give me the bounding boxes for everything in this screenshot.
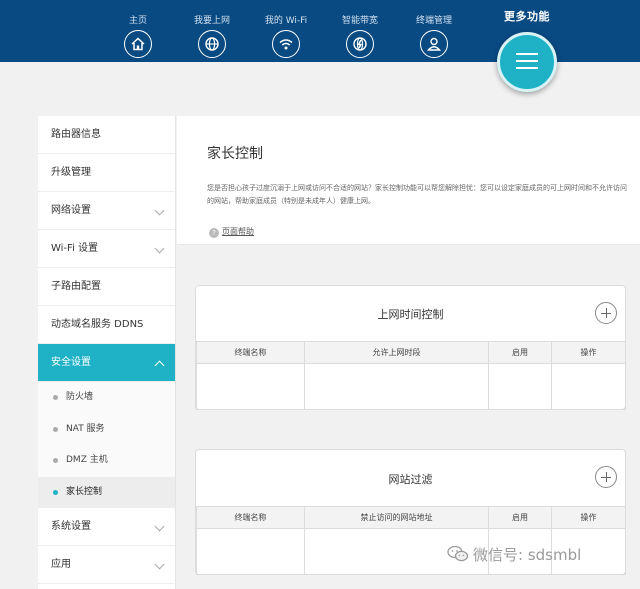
bullet-icon [53, 426, 58, 432]
card-title: 上网时间控制 [377, 308, 444, 321]
more-functions-label: 更多功能 [504, 10, 550, 23]
column-header: 启用 [488, 506, 552, 529]
menu-icon [516, 67, 538, 69]
chevron-down-icon [154, 521, 165, 532]
sidebar-item-network[interactable]: 网络设置 [38, 192, 175, 230]
column-header: 操作 [551, 506, 626, 529]
chevron-down-icon [154, 559, 165, 570]
nav-label: 我要上网 [193, 16, 230, 26]
column-header: 操作 [551, 341, 626, 364]
wechat-watermark: 微信号: sdsmbl [447, 544, 581, 565]
table-cell [488, 363, 552, 410]
page-title: 家长控制 [207, 146, 263, 162]
nav-label: 我的 Wi-Fi [264, 16, 308, 26]
table-row [196, 363, 626, 410]
table-header-row: 终端名称 允许上网时段 启用 操作 [196, 341, 626, 364]
sidebar: 路由器信息 升级管理 网络设置 Wi-Fi 设置 子路由配置 动态域名服务 DD… [38, 116, 176, 589]
nav-wifi[interactable]: 我的 Wi-Fi [256, 0, 316, 58]
sidebar-item-sub-router[interactable]: 子路由配置 [38, 268, 175, 306]
sidebar-subitem-nat[interactable]: NAT 服务 [38, 413, 175, 445]
watermark-text: 微信号: sdsmbl [473, 546, 582, 564]
sidebar-item-label: 安全设置 [51, 357, 91, 368]
sidebar-item-label: 路由器信息 [51, 129, 101, 140]
add-website-rule-button[interactable] [595, 466, 617, 488]
sidebar-item-upgrade[interactable]: 升级管理 [38, 154, 175, 192]
user-icon [420, 30, 448, 58]
table-cell [304, 363, 489, 410]
time-control-table: 终端名称 允许上网时段 启用 操作 [196, 341, 626, 410]
sidebar-subitem-label: NAT 服务 [66, 423, 105, 434]
card-title: 网站过滤 [388, 473, 433, 486]
sidebar-item-label: 应用 [51, 559, 71, 570]
nav-home[interactable]: 主页 [108, 0, 168, 58]
sidebar-subitem-parental-control[interactable]: 家长控制 [38, 476, 175, 508]
table-cell [196, 363, 305, 410]
table-header-row: 终端名称 禁止访问的网站地址 启用 操作 [196, 506, 626, 529]
bullet-icon [53, 395, 58, 400]
bullet-icon [53, 458, 58, 463]
page-help-link[interactable]: ? 页面帮助 [209, 226, 254, 238]
sidebar-item-label: 动态域名服务 DDNS [51, 319, 144, 330]
page-help-label: 页面帮助 [222, 227, 254, 236]
sidebar-subitem-label: DMZ 主机 [66, 455, 108, 465]
wifi-icon [272, 30, 300, 58]
table-cell [196, 528, 305, 575]
chevron-up-icon [154, 360, 165, 371]
nav-internet[interactable]: 我要上网 [182, 0, 242, 58]
column-header: 允许上网时段 [304, 341, 489, 364]
sidebar-item-security[interactable]: 安全设置 [38, 344, 175, 382]
nav-label: 主页 [128, 16, 147, 26]
home-icon [124, 30, 152, 58]
menu-icon [516, 53, 538, 55]
add-time-rule-button[interactable] [595, 302, 617, 324]
column-header: 终端名称 [196, 341, 305, 364]
chevron-down-icon [154, 243, 165, 254]
sidebar-item-router-info[interactable]: 路由器信息 [38, 116, 175, 154]
column-header: 终端名称 [196, 506, 305, 529]
column-header: 启用 [488, 341, 552, 364]
sidebar-item-label: 升级管理 [51, 167, 91, 178]
globe-icon [198, 30, 226, 58]
page-header-panel: 家长控制 您是否担心孩子过度沉溺于上网或访问不合适的网站？家长控制功能可以帮您解… [177, 116, 640, 245]
more-functions-button[interactable] [497, 32, 557, 92]
nav-label: 智能带宽 [341, 16, 378, 26]
sidebar-subitem-firewall[interactable]: 防火墙 [38, 382, 175, 414]
menu-icon [516, 60, 538, 62]
column-header: 禁止访问的网站地址 [304, 506, 489, 529]
sidebar-item-wifi[interactable]: Wi-Fi 设置 [38, 230, 175, 268]
bandwidth-icon [346, 30, 374, 58]
sidebar-item-label: 子路由配置 [51, 281, 101, 292]
page-description: 您是否担心孩子过度沉溺于上网或访问不合适的网站？家长控制功能可以帮您解除担忧：您… [207, 184, 627, 205]
sidebar-item-system[interactable]: 系统设置 [38, 508, 175, 546]
sidebar-item-label: Wi-Fi 设置 [51, 243, 99, 254]
nav-label: 终端管理 [415, 16, 452, 26]
nav-bandwidth[interactable]: 智能带宽 [330, 0, 390, 58]
sidebar-item-ddns[interactable]: 动态域名服务 DDNS [38, 306, 175, 344]
sidebar-item-apps[interactable]: 应用 [38, 546, 175, 584]
sidebar-subitem-label: 防火墙 [66, 392, 94, 402]
sidebar-subitem-label: 家长控制 [66, 486, 103, 497]
sidebar-subitem-dmz[interactable]: DMZ 主机 [38, 445, 175, 477]
bullet-icon [53, 489, 58, 495]
wechat-icon [447, 545, 469, 563]
help-icon: ? [209, 228, 219, 238]
sidebar-item-label: 网络设置 [51, 205, 91, 216]
chevron-down-icon [154, 205, 165, 216]
table-cell [551, 363, 626, 410]
sidebar-item-label: 系统设置 [51, 521, 91, 532]
time-control-card: 上网时间控制 终端名称 允许上网时段 启用 操作 [195, 285, 626, 410]
nav-devices[interactable]: 终端管理 [404, 0, 464, 58]
